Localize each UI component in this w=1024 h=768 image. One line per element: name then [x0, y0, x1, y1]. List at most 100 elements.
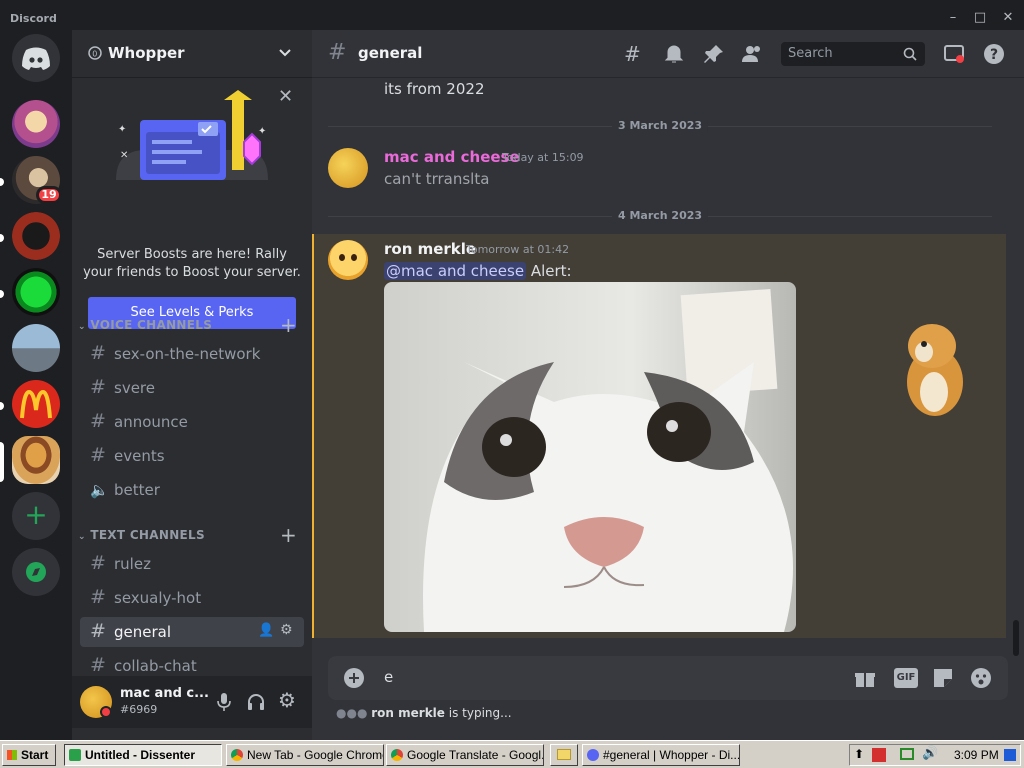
channel-label: svere	[114, 379, 155, 397]
channel-rulez[interactable]: # rulez	[80, 549, 304, 579]
scrollbar-thumb[interactable]	[1013, 620, 1019, 656]
message-text: can't trranslta	[384, 170, 490, 188]
channel-announce[interactable]: # announce	[80, 407, 304, 437]
server-icon-1[interactable]	[12, 100, 60, 148]
desktop-icon[interactable]	[1004, 749, 1016, 761]
taskbar-label: Untitled - Dissenter	[85, 748, 196, 762]
invite-member-icon[interactable]: 👤	[258, 623, 274, 638]
boost-illustration: ✦ ✦ ✕	[116, 90, 268, 180]
message-timestamp: Today at 15:09	[502, 151, 584, 164]
svg-text:✕: ✕	[120, 150, 128, 161]
bell-icon[interactable]	[662, 42, 686, 66]
emoji-icon[interactable]	[970, 667, 992, 689]
svg-text:0: 0	[92, 49, 97, 58]
channel-label: better	[114, 481, 160, 499]
avatar[interactable]	[328, 240, 368, 280]
taskbar-button-discord[interactable]: #general | Whopper - Di...	[582, 744, 740, 766]
add-attachment-icon[interactable]	[344, 668, 364, 688]
mention-badge: 19	[36, 186, 62, 204]
create-channel-icon[interactable]: +	[280, 313, 297, 337]
volume-icon[interactable]: 🔊	[922, 746, 938, 761]
server-boost-banner: ✦ ✦ ✕ ✕ Server Boosts are here! Rally yo…	[72, 78, 312, 329]
windows-logo-icon	[7, 750, 17, 760]
flag-icon[interactable]	[872, 748, 886, 762]
guild-header[interactable]: 0 Whopper	[72, 30, 312, 78]
user-settings-icon[interactable]: ⚙	[278, 688, 296, 712]
svg-text:✦: ✦	[258, 126, 266, 137]
close-banner-icon[interactable]: ✕	[278, 86, 293, 107]
network-icon[interactable]	[900, 748, 914, 760]
date-label: 4 March 2023	[611, 209, 709, 222]
channel-better[interactable]: 🔈 better	[80, 475, 304, 505]
server-icon-whopper[interactable]	[12, 436, 60, 484]
add-server-icon[interactable]: +	[12, 492, 60, 540]
typing-user: ron merkle	[371, 706, 445, 720]
username: mac and c...	[120, 686, 209, 701]
cat-image-attachment[interactable]	[384, 282, 796, 632]
user-mention[interactable]: @mac and cheese	[384, 262, 527, 280]
message-input[interactable]: e	[384, 668, 393, 686]
search-input[interactable]: Search	[781, 42, 925, 66]
pin-icon[interactable]	[702, 42, 726, 66]
server-icon-4[interactable]	[12, 268, 60, 316]
inbox-icon[interactable]	[942, 42, 966, 66]
taskbar-label: #general | Whopper - Di...	[603, 748, 740, 762]
svg-text:?: ?	[990, 47, 998, 63]
channel-sexualy-hot[interactable]: # sexualy-hot	[80, 583, 304, 613]
unread-pill	[0, 402, 4, 410]
channel-events[interactable]: # events	[80, 441, 304, 471]
taskbar-button-chrome[interactable]: New Tab - Google Chrome	[226, 744, 384, 766]
channel-header: # general # Search ?	[312, 30, 1024, 78]
voice-channels-category[interactable]: ⌄ VOICE CHANNELS +	[78, 313, 297, 337]
members-icon[interactable]	[740, 42, 764, 66]
hash-icon: #	[90, 376, 106, 398]
channel-title: general	[358, 44, 423, 62]
channel-general[interactable]: # general 👤 ⚙	[80, 617, 304, 647]
system-tray: ⬆ 🔊 3:09 PM	[849, 744, 1021, 766]
hash-icon: #	[328, 40, 347, 65]
channel-settings-icon[interactable]: ⚙	[280, 622, 293, 638]
headphones-icon[interactable]	[246, 692, 266, 712]
app-title: Discord	[10, 12, 57, 25]
boost-text: Server Boosts are here! Rally your frien…	[83, 247, 301, 280]
message-author[interactable]: ron merkle	[384, 240, 476, 258]
message-timestamp: Tomorrow at 01:42	[466, 243, 570, 256]
golden-arches-icon	[20, 389, 52, 419]
maximize-icon[interactable]: □	[967, 10, 993, 28]
unread-pill	[0, 178, 4, 186]
date-divider: 4 March 2023	[328, 209, 992, 222]
minimize-icon[interactable]: –	[940, 10, 966, 28]
home-button[interactable]	[12, 34, 60, 82]
tray-arrow-icon[interactable]: ⬆	[854, 747, 864, 761]
channel-svere[interactable]: # svere	[80, 373, 304, 403]
server-icon-5[interactable]	[12, 324, 60, 372]
speaker-icon: 🔈	[90, 481, 109, 499]
gif-icon[interactable]: GIF	[894, 668, 918, 688]
gift-icon[interactable]	[854, 667, 876, 689]
avatar[interactable]	[328, 148, 368, 188]
sticker-icon[interactable]	[932, 667, 954, 689]
microphone-icon[interactable]	[216, 692, 232, 712]
explore-servers-icon[interactable]	[12, 548, 60, 596]
boost-level-icon: 0	[88, 46, 102, 60]
mentioned-message: ron merkle Tomorrow at 01:42 @mac and ch…	[312, 234, 1006, 638]
threads-icon[interactable]: #	[624, 42, 648, 66]
message-composer[interactable]: e GIF	[328, 656, 1008, 700]
server-icon-6[interactable]	[12, 380, 60, 428]
message-author[interactable]: mac and cheese	[384, 148, 520, 166]
text-channels-category[interactable]: ⌄ TEXT CHANNELS +	[78, 523, 297, 547]
create-channel-icon[interactable]: +	[280, 523, 297, 547]
help-icon[interactable]: ?	[982, 42, 1006, 66]
taskbar-button-folder[interactable]	[550, 744, 578, 766]
dnd-status-icon	[100, 706, 112, 718]
taskbar-button-dissenter[interactable]: Untitled - Dissenter	[64, 744, 222, 766]
channel-label: collab-chat	[114, 657, 197, 675]
close-window-icon[interactable]: ✕	[995, 10, 1021, 28]
chevron-down-icon[interactable]	[278, 48, 292, 58]
start-button[interactable]: Start	[2, 744, 56, 766]
taskbar-button-translate[interactable]: Google Translate - Googl...	[386, 744, 544, 766]
channel-sex-on-the-network[interactable]: # sex-on-the-network	[80, 339, 304, 369]
server-icon-3[interactable]	[12, 212, 60, 260]
date-label: 3 March 2023	[611, 119, 709, 132]
clock[interactable]: 3:09 PM	[954, 748, 999, 762]
